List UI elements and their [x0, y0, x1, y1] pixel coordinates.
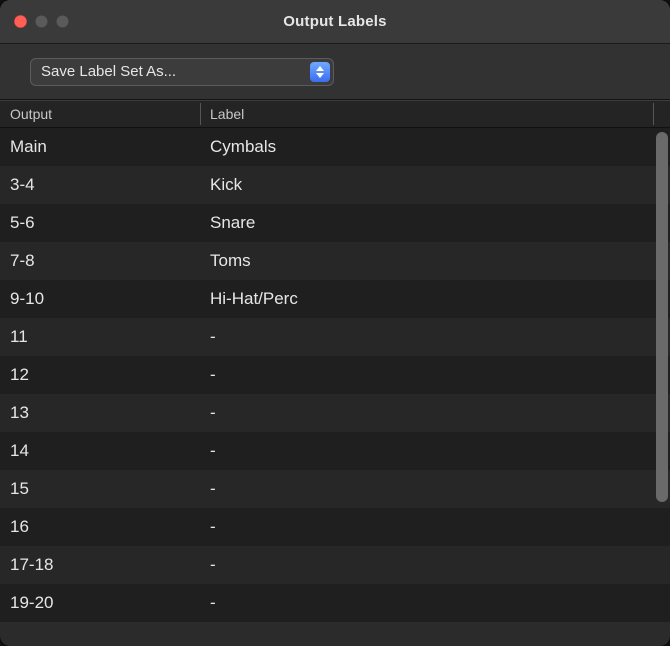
minimize-icon[interactable]	[35, 15, 48, 28]
window-controls	[0, 15, 69, 28]
output-cell[interactable]: 13	[0, 403, 200, 423]
table-row[interactable]: 13-	[0, 394, 670, 432]
output-cell[interactable]: Main	[0, 137, 200, 157]
window-title: Output Labels	[0, 13, 670, 30]
titlebar[interactable]: Output Labels	[0, 0, 670, 44]
toolbar: Save Label Set As...	[0, 44, 670, 100]
label-cell[interactable]: Toms	[200, 251, 670, 271]
zoom-icon[interactable]	[56, 15, 69, 28]
label-cell[interactable]: -	[200, 555, 670, 575]
label-cell[interactable]: Snare	[200, 213, 670, 233]
output-cell[interactable]: 9-10	[0, 289, 200, 309]
table-row[interactable]: 12-	[0, 356, 670, 394]
table-row[interactable]: 14-	[0, 432, 670, 470]
label-cell[interactable]: -	[200, 365, 670, 385]
label-cell[interactable]: Kick	[200, 175, 670, 195]
label-cell[interactable]: Cymbals	[200, 137, 670, 157]
output-cell[interactable]: 12	[0, 365, 200, 385]
table-row[interactable]: 11-	[0, 318, 670, 356]
label-cell[interactable]: -	[200, 403, 670, 423]
label-cell[interactable]: -	[200, 327, 670, 347]
table-row[interactable]: 3-4Kick	[0, 166, 670, 204]
table-row[interactable]: 7-8Toms	[0, 242, 670, 280]
label-cell[interactable]: Hi-Hat/Perc	[200, 289, 670, 309]
output-labels-window: Output Labels Save Label Set As... Outpu…	[0, 0, 670, 646]
output-cell[interactable]: 3-4	[0, 175, 200, 195]
table-header: Output Label	[0, 100, 670, 128]
label-cell[interactable]: -	[200, 517, 670, 537]
table-row[interactable]: 9-10Hi-Hat/Perc	[0, 280, 670, 318]
output-cell[interactable]: 17-18	[0, 555, 200, 575]
table-row[interactable]: MainCymbals	[0, 128, 670, 166]
output-cell[interactable]: 15	[0, 479, 200, 499]
output-cell[interactable]: 19-20	[0, 593, 200, 613]
column-header-output[interactable]: Output	[0, 106, 200, 122]
output-cell[interactable]: 16	[0, 517, 200, 537]
scrollbar-thumb[interactable]	[656, 132, 668, 502]
table-row[interactable]: 19-20-	[0, 584, 670, 622]
table-row[interactable]: 5-6Snare	[0, 204, 670, 242]
column-divider[interactable]	[653, 103, 654, 125]
output-cell[interactable]: 11	[0, 327, 200, 347]
table-row[interactable]: 17-18-	[0, 546, 670, 584]
output-cell[interactable]: 7-8	[0, 251, 200, 271]
table-row[interactable]: 15-	[0, 470, 670, 508]
close-icon[interactable]	[14, 15, 27, 28]
label-set-select[interactable]: Save Label Set As...	[30, 58, 334, 86]
table-rows: MainCymbals3-4Kick5-6Snare7-8Toms9-10Hi-…	[0, 128, 670, 646]
output-cell[interactable]: 5-6	[0, 213, 200, 233]
output-cell[interactable]: 14	[0, 441, 200, 461]
table-body: MainCymbals3-4Kick5-6Snare7-8Toms9-10Hi-…	[0, 128, 670, 646]
table-row[interactable]: 16-	[0, 508, 670, 546]
label-cell[interactable]: -	[200, 479, 670, 499]
column-divider[interactable]	[200, 103, 201, 125]
label-set-select-value: Save Label Set As...	[41, 63, 176, 80]
label-cell[interactable]: -	[200, 441, 670, 461]
column-header-label[interactable]: Label	[200, 106, 670, 122]
label-cell[interactable]: -	[200, 593, 670, 613]
chevron-up-down-icon	[310, 62, 330, 82]
